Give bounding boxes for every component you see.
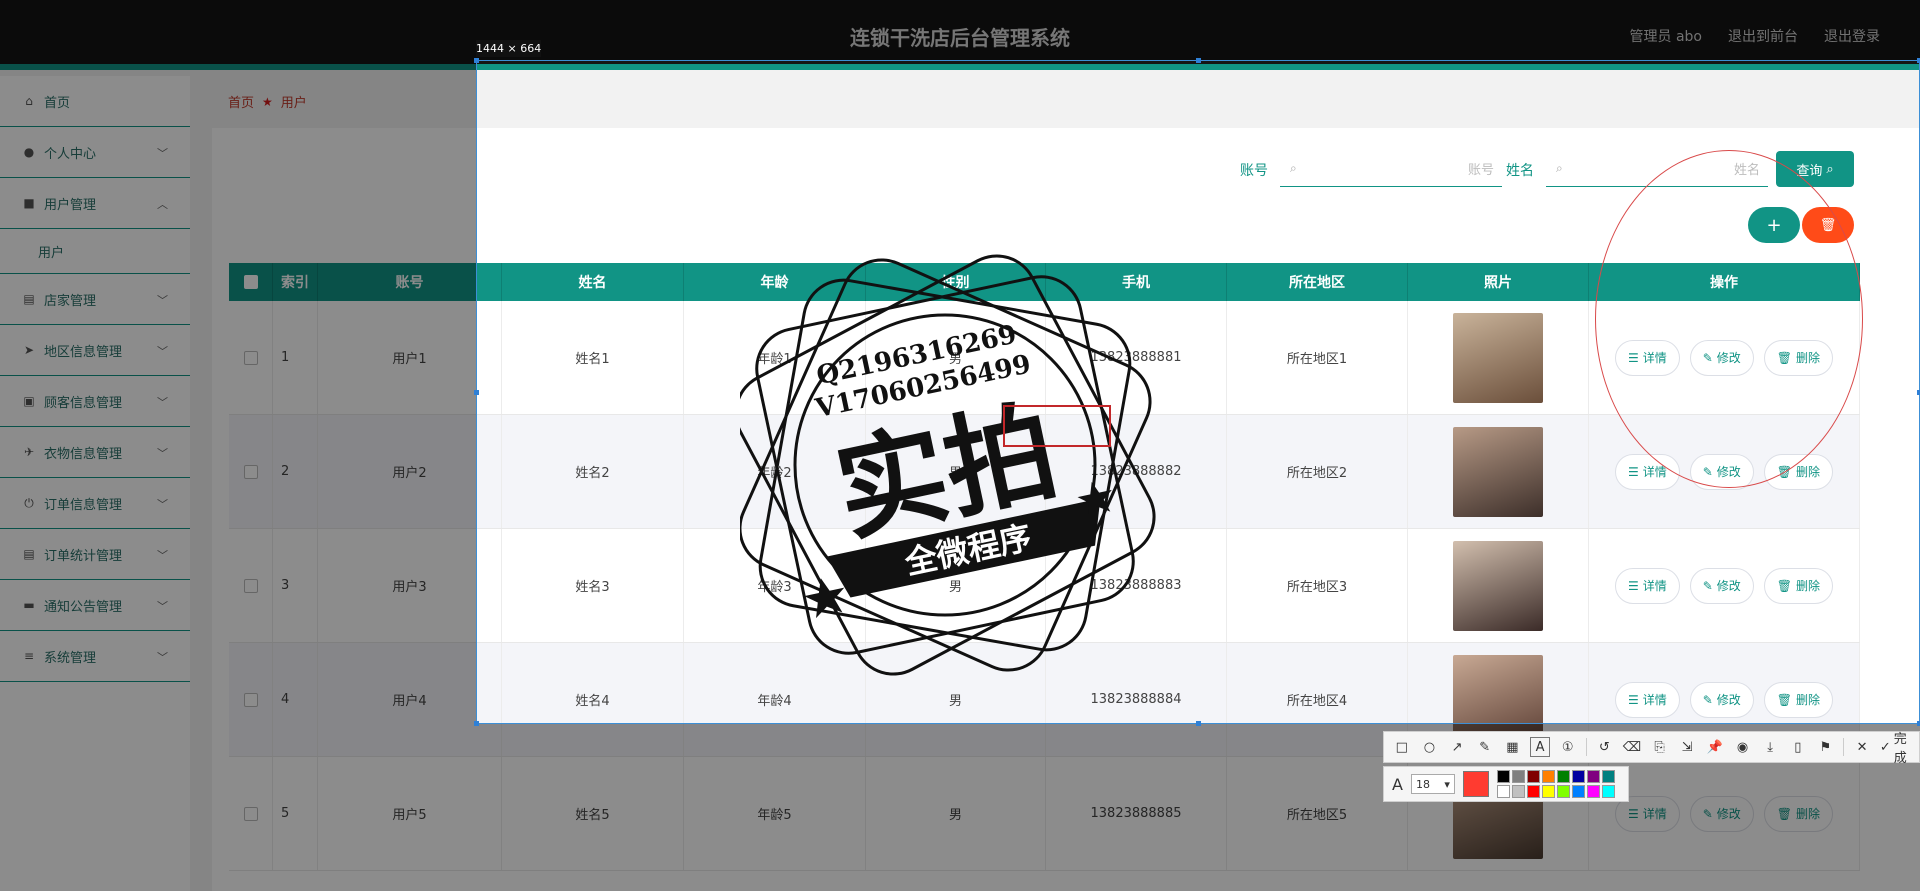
cell-photo (1408, 529, 1589, 642)
trash-icon: 🗑 (1776, 578, 1793, 593)
color-swatch[interactable] (1511, 770, 1525, 783)
document-icon: ☰ (1627, 464, 1639, 479)
search-icon: ⌕ (1826, 161, 1834, 177)
app-root: 连锁干洗店后台管理系统 管理员 abo 退出到前台 退出登录 ⌂ 首页 ● 个人中心… (0, 0, 1920, 891)
cell-name: 姓名1 (502, 301, 684, 414)
document-icon: ☰ (1627, 692, 1639, 707)
capture-dim-left (0, 60, 476, 891)
watermark-stamp: Q2196316269 V17060256499 实拍 全微程序 (740, 254, 1156, 676)
cell-name: 姓名2 (502, 415, 684, 528)
edit-icon: ✎ (1702, 692, 1713, 707)
capture-toolbar: □ ○ ↗ ✎ ▦ A ① ↺ ⌫ ⎘ ⇲ 📌 ◉ ⤓ ▯ ⚑ ✕ ✓ 完成 (1383, 728, 1920, 766)
edit-button[interactable]: ✎ 修改 (1689, 681, 1754, 718)
text-style-palette: A 18 ▾ (1383, 766, 1629, 802)
font-icon: A (1392, 774, 1403, 794)
color-swatch[interactable] (1541, 770, 1555, 783)
current-color-swatch[interactable] (1462, 771, 1489, 797)
check-icon: ✓ (1879, 739, 1891, 755)
undo-icon[interactable]: ↺ (1595, 737, 1615, 757)
download-icon[interactable]: ⤓ (1760, 737, 1780, 757)
cell-photo (1408, 301, 1589, 414)
ocr-icon[interactable]: ⎘ (1650, 737, 1670, 757)
color-swatch[interactable] (1601, 770, 1615, 783)
caret-down-icon: ▾ (1444, 777, 1450, 791)
col-name: 姓名 (502, 263, 684, 301)
selection-size-label: 1444 × 664 (476, 40, 542, 57)
done-button[interactable]: ✓ 完成 (1880, 728, 1919, 766)
cell-name: 姓名3 (502, 529, 684, 642)
color-swatch[interactable] (1571, 785, 1585, 798)
color-swatches (1496, 770, 1615, 798)
color-swatch[interactable] (1526, 785, 1540, 798)
ellipse-tool-icon[interactable]: ○ (1420, 737, 1440, 757)
user-photo (1453, 312, 1543, 403)
bookmark-icon[interactable]: ⚑ (1816, 737, 1836, 757)
col-region: 所在地区 (1227, 263, 1408, 301)
row-actions: ☰ 详情 ✎ 修改 🗑 删除 (1614, 681, 1834, 718)
color-swatch[interactable] (1586, 770, 1600, 783)
font-size-select[interactable]: 18 ▾ (1410, 774, 1455, 794)
phone-icon[interactable]: ▯ (1788, 737, 1808, 757)
search-icon: ⌕ (1556, 161, 1563, 175)
account-search: 账号 ⌕ (1240, 153, 1502, 187)
color-swatch[interactable] (1496, 770, 1510, 783)
trash-icon: 🗑 (1776, 692, 1793, 707)
color-swatch[interactable] (1526, 770, 1540, 783)
color-swatch[interactable] (1601, 785, 1615, 798)
cell-photo (1408, 415, 1589, 528)
account-input[interactable] (1310, 159, 1494, 181)
scroll-capture-icon[interactable]: ⇲ (1677, 737, 1697, 757)
cell-region: 所在地区2 (1227, 415, 1408, 528)
account-field: ⌕ (1280, 153, 1502, 187)
row-actions: ☰ 详情 ✎ 修改 🗑 删除 (1614, 567, 1834, 604)
detail-button[interactable]: ☰ 详情 (1614, 567, 1680, 604)
delete-button[interactable]: 🗑 删除 (1763, 681, 1834, 718)
name-label: 姓名 (1506, 163, 1534, 179)
mosaic-tool-icon[interactable]: ▦ (1503, 737, 1523, 757)
delete-button[interactable]: 🗑 删除 (1763, 567, 1834, 604)
search-icon: ⌕ (1290, 161, 1297, 175)
document-icon: ☰ (1627, 578, 1639, 593)
annotation-rectangle (1003, 405, 1111, 447)
text-tool-icon[interactable]: A (1530, 737, 1550, 757)
pen-tool-icon[interactable]: ✎ (1475, 737, 1495, 757)
color-swatch[interactable] (1586, 785, 1600, 798)
detail-button[interactable]: ☰ 详情 (1614, 681, 1680, 718)
pin-icon[interactable]: 📌 (1705, 737, 1725, 757)
color-swatch[interactable] (1556, 770, 1570, 783)
color-swatch[interactable] (1541, 785, 1555, 798)
color-swatch[interactable] (1496, 785, 1510, 798)
cell-actions: ☰ 详情 ✎ 修改 🗑 删除 (1589, 529, 1860, 642)
edit-icon: ✎ (1702, 578, 1713, 593)
user-photo (1453, 540, 1543, 631)
edit-button[interactable]: ✎ 修改 (1689, 567, 1754, 604)
arrow-tool-icon[interactable]: ↗ (1447, 737, 1467, 757)
color-swatch[interactable] (1556, 785, 1570, 798)
close-icon[interactable]: ✕ (1852, 737, 1872, 757)
record-icon[interactable]: ◉ (1733, 737, 1753, 757)
eraser-icon[interactable]: ⌫ (1622, 737, 1642, 757)
color-swatch[interactable] (1571, 770, 1585, 783)
cell-region: 所在地区1 (1227, 301, 1408, 414)
number-tool-icon[interactable]: ① (1558, 737, 1578, 757)
toolbar-separator (1585, 738, 1587, 756)
toolbar-separator (1843, 738, 1845, 756)
rectangle-tool-icon[interactable]: □ (1392, 737, 1412, 757)
color-swatch[interactable] (1511, 785, 1525, 798)
cell-region: 所在地区3 (1227, 529, 1408, 642)
capture-dim-top (0, 0, 1920, 60)
annotation-ellipse (1595, 150, 1863, 488)
user-photo (1453, 426, 1543, 517)
col-photo: 照片 (1408, 263, 1589, 301)
account-label: 账号 (1240, 163, 1268, 179)
